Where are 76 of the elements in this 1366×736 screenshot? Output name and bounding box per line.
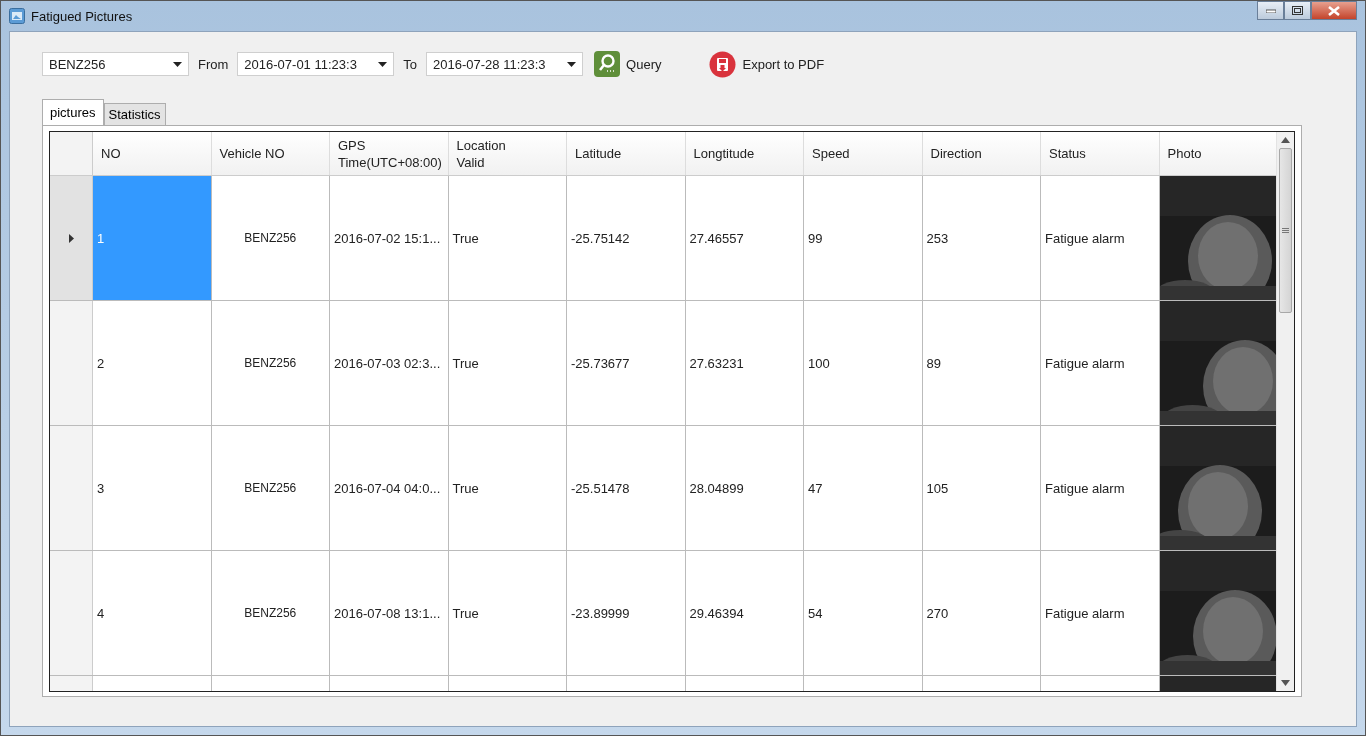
minimize-icon bbox=[1265, 8, 1276, 13]
column-header[interactable]: Direction bbox=[922, 132, 1041, 175]
table-cell: 253 bbox=[922, 176, 1041, 300]
table-cell: True bbox=[448, 426, 567, 550]
tab[interactable]: pictures bbox=[42, 99, 104, 125]
table-cell: 47 bbox=[804, 426, 923, 550]
maximize-icon bbox=[1292, 6, 1303, 15]
table-cell: BENZ256 bbox=[211, 551, 330, 675]
scrollbar[interactable] bbox=[1276, 132, 1294, 691]
caret-icon bbox=[378, 61, 388, 67]
scroll-thumb[interactable] bbox=[1279, 148, 1292, 313]
table-cell: 54 bbox=[804, 551, 923, 675]
table-cell: BENZ256 bbox=[211, 426, 330, 550]
table-cell: -23.89999 bbox=[567, 551, 686, 675]
column-header[interactable]: GPS Time(UTC+08:00) bbox=[330, 132, 449, 175]
column-header[interactable]: Vehicle NO bbox=[211, 132, 330, 175]
row-header[interactable] bbox=[50, 551, 93, 675]
table-cell: 2016-07-02 15:1... bbox=[330, 176, 449, 300]
table-cell: -25.73677 bbox=[567, 301, 686, 425]
vehicle-dropdown[interactable]: BENZ256 bbox=[42, 52, 189, 76]
table-cell: 2016-07-04 04:0... bbox=[330, 426, 449, 550]
close-icon bbox=[1328, 5, 1340, 16]
maximize-button[interactable] bbox=[1284, 1, 1311, 20]
table-cell: 4 bbox=[93, 551, 212, 675]
table-cell: True bbox=[448, 551, 567, 675]
table-cell: BENZ256 bbox=[211, 176, 330, 300]
scroll-up-icon[interactable] bbox=[1281, 137, 1290, 143]
table-cell: 2016-07-03 02:3... bbox=[330, 301, 449, 425]
table-cell: 28.04899 bbox=[685, 426, 804, 550]
to-date-field[interactable]: 2016-07-28 11:23:3 bbox=[426, 52, 584, 76]
caret-icon bbox=[173, 61, 182, 67]
table-cell: True bbox=[448, 301, 567, 425]
app-icon bbox=[9, 8, 25, 24]
table-cell: Fatigue alarm bbox=[1041, 426, 1160, 550]
close-button[interactable] bbox=[1311, 1, 1357, 20]
table-cell: 1 bbox=[93, 176, 212, 300]
current-row-icon bbox=[68, 233, 74, 243]
scroll-down-icon[interactable] bbox=[1281, 680, 1290, 686]
row-header[interactable] bbox=[50, 301, 93, 425]
window-title: Fatigued Pictures bbox=[31, 8, 134, 24]
column-header[interactable]: Location Valid bbox=[448, 132, 567, 175]
table-cell: Fatigue alarm bbox=[1041, 551, 1160, 675]
grip-icon bbox=[1282, 228, 1289, 233]
table-cell: Fatigue alarm bbox=[1041, 176, 1160, 300]
table-cell: BENZ256 bbox=[211, 301, 330, 425]
column-header[interactable]: Longtitude bbox=[685, 132, 804, 175]
table-cell: 3 bbox=[93, 426, 212, 550]
table-cell: 100 bbox=[804, 301, 923, 425]
column-header[interactable]: Latitude bbox=[567, 132, 686, 175]
table-cell: 99 bbox=[804, 176, 923, 300]
table-cell: 27.63231 bbox=[685, 301, 804, 425]
column-header[interactable]: NO bbox=[93, 132, 212, 175]
tab[interactable]: Statistics bbox=[103, 103, 166, 125]
table-cell: 89 bbox=[922, 301, 1041, 425]
table-cell: Fatigue alarm bbox=[1041, 301, 1160, 425]
table-cell: 27.46557 bbox=[685, 176, 804, 300]
floppy-disk-icon bbox=[709, 50, 737, 78]
from-date-field[interactable]: 2016-07-01 11:23:3 bbox=[237, 52, 395, 76]
caret-icon bbox=[567, 61, 577, 67]
export-pdf-button[interactable]: Export to PDF bbox=[709, 50, 825, 78]
column-header[interactable]: Speed bbox=[804, 132, 923, 175]
search-icon bbox=[594, 51, 621, 77]
row-header[interactable] bbox=[50, 426, 93, 550]
to-label: To bbox=[403, 56, 418, 72]
table-cell: 2 bbox=[93, 301, 212, 425]
table-cell: 29.46394 bbox=[685, 551, 804, 675]
table-cell: 270 bbox=[922, 551, 1041, 675]
table-cell: 2016-07-08 13:1... bbox=[330, 551, 449, 675]
table-cell: -25.51478 bbox=[567, 426, 686, 550]
table-cell: True bbox=[448, 176, 567, 300]
row-header[interactable] bbox=[50, 176, 93, 300]
from-label: From bbox=[198, 56, 229, 72]
query-button[interactable]: Query bbox=[594, 51, 662, 77]
table-cell: -25.75142 bbox=[567, 176, 686, 300]
table-cell: 105 bbox=[922, 426, 1041, 550]
column-header[interactable]: Status bbox=[1041, 132, 1160, 175]
